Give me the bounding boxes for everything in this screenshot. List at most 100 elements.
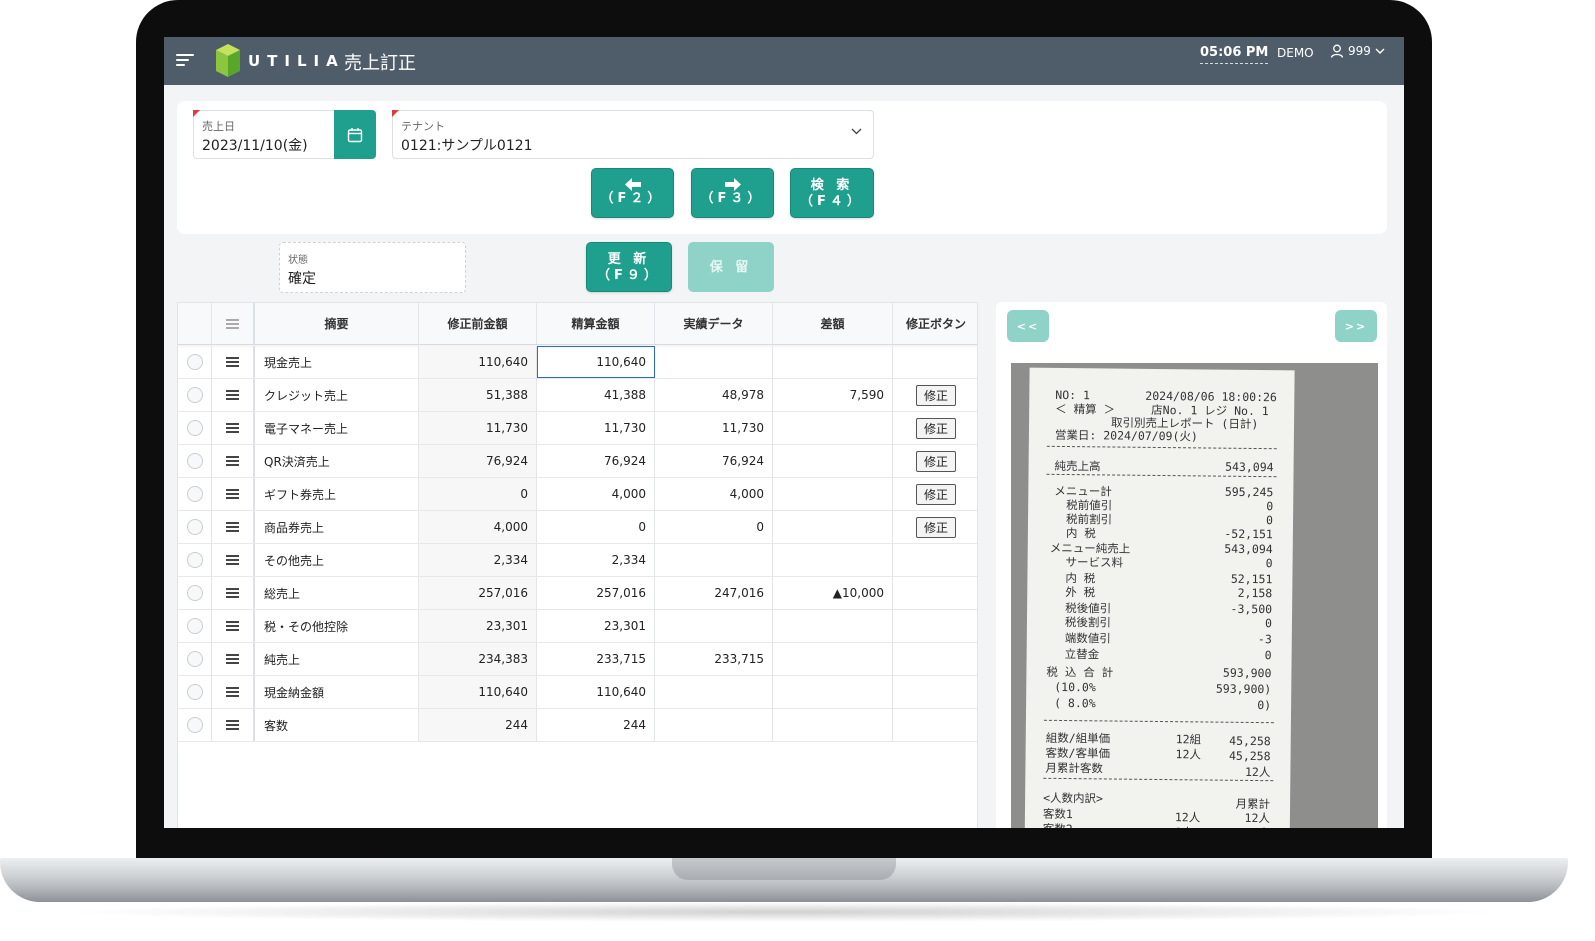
- row-menu-cell[interactable]: [212, 643, 255, 675]
- sales-date-field[interactable]: 売上日 2023/11/10(金): [193, 110, 336, 159]
- tenant-select[interactable]: テナント 0121:サンプル0121: [392, 110, 874, 159]
- row-menu-icon[interactable]: [226, 553, 239, 567]
- table-row[interactable]: QR決済売上 76,924 76,924 76,924 修正: [178, 445, 977, 478]
- table-row[interactable]: 税・その他控除 23,301 23,301: [178, 610, 977, 643]
- cell-settlement-amount[interactable]: 233,715: [537, 643, 655, 675]
- cell-settlement-amount[interactable]: 110,640: [537, 676, 655, 708]
- row-menu-icon[interactable]: [226, 355, 239, 369]
- row-menu-icon[interactable]: [226, 454, 239, 468]
- column-header-difference[interactable]: 差額: [773, 303, 893, 344]
- row-radio[interactable]: [186, 585, 203, 601]
- row-menu-cell[interactable]: [212, 676, 255, 708]
- cell-settlement-amount[interactable]: 23,301: [537, 610, 655, 642]
- row-menu-cell[interactable]: [212, 544, 255, 576]
- row-menu-icon[interactable]: [226, 652, 239, 666]
- row-radio[interactable]: [186, 453, 203, 469]
- row-select-cell[interactable]: [178, 676, 212, 708]
- row-radio[interactable]: [186, 519, 203, 535]
- cell-settlement-amount[interactable]: 2,334: [537, 544, 655, 576]
- row-select-cell[interactable]: [178, 544, 212, 576]
- previous-image-button[interactable]: <<: [1007, 310, 1049, 342]
- row-radio[interactable]: [186, 552, 203, 568]
- cell-settlement-amount[interactable]: 76,924: [537, 445, 655, 477]
- table-row[interactable]: 電子マネー売上 11,730 11,730 11,730 修正: [178, 412, 977, 445]
- row-radio[interactable]: [186, 684, 203, 700]
- fix-button[interactable]: 修正: [916, 516, 956, 538]
- row-menu-icon[interactable]: [226, 520, 239, 534]
- row-select-cell[interactable]: [178, 577, 212, 609]
- update-button[interactable]: 更 新 （F９）: [586, 242, 672, 292]
- column-header-settlement-amount[interactable]: 精算金額: [537, 303, 655, 344]
- row-menu-icon[interactable]: [226, 388, 239, 402]
- column-header-fix-button[interactable]: 修正ボタン: [893, 303, 977, 344]
- row-menu-icon[interactable]: [226, 487, 239, 501]
- chevron-down-icon[interactable]: [851, 127, 862, 135]
- row-select-cell[interactable]: [178, 643, 212, 675]
- table-row[interactable]: 総売上 257,016 257,016 247,016 ▲10,000: [178, 577, 977, 610]
- row-radio[interactable]: [186, 486, 203, 502]
- receipt-item-label: 端数値引: [1064, 631, 1111, 646]
- row-menu-cell[interactable]: [212, 445, 255, 477]
- table-row[interactable]: 純売上 234,383 233,715 233,715: [178, 643, 977, 676]
- cell-settlement-amount[interactable]: 244: [537, 709, 655, 741]
- row-menu-cell[interactable]: [212, 478, 255, 510]
- fix-button[interactable]: 修正: [916, 417, 956, 439]
- row-select-cell[interactable]: [178, 610, 212, 642]
- column-header-description[interactable]: 摘要: [255, 303, 419, 344]
- row-menu-icon[interactable]: [226, 685, 239, 699]
- cell-fix: 修正: [893, 445, 977, 477]
- row-menu-cell[interactable]: [212, 379, 255, 411]
- row-select-cell[interactable]: [178, 478, 212, 510]
- prev-day-button[interactable]: （F２）: [591, 168, 674, 218]
- table-row[interactable]: 現金納金額 110,640 110,640: [178, 676, 977, 709]
- fix-button[interactable]: 修正: [916, 384, 956, 406]
- cell-settlement-amount[interactable]: 257,016: [537, 577, 655, 609]
- user-menu[interactable]: 999: [1330, 44, 1385, 58]
- row-select-cell[interactable]: [178, 511, 212, 543]
- table-row[interactable]: ギフト券売上 0 4,000 4,000 修正: [178, 478, 977, 511]
- table-row[interactable]: 商品券売上 4,000 0 0 修正: [178, 511, 977, 544]
- table-row[interactable]: 現金売上 110,640 110,640: [178, 346, 977, 379]
- row-select-cell[interactable]: [178, 346, 212, 378]
- column-header-actual-data[interactable]: 実績データ: [655, 303, 773, 344]
- prev-day-shortcut: （F２）: [600, 191, 665, 206]
- cell-settlement-amount[interactable]: 0: [537, 511, 655, 543]
- table-row[interactable]: その他売上 2,334 2,334: [178, 544, 977, 577]
- column-header-before-amount[interactable]: 修正前金額: [419, 303, 537, 344]
- row-menu-cell[interactable]: [212, 511, 255, 543]
- row-menu-cell[interactable]: [212, 346, 255, 378]
- table-row[interactable]: クレジット売上 51,388 41,388 48,978 7,590 修正: [178, 379, 977, 412]
- hold-button-label: 保 留: [709, 260, 753, 275]
- row-radio[interactable]: [186, 354, 203, 370]
- row-menu-icon[interactable]: [226, 586, 239, 600]
- row-select-cell[interactable]: [178, 379, 212, 411]
- row-menu-cell[interactable]: [212, 709, 255, 741]
- row-radio[interactable]: [186, 618, 203, 634]
- row-menu-icon[interactable]: [226, 718, 239, 732]
- next-day-button[interactable]: （F３）: [691, 168, 774, 218]
- row-menu-cell[interactable]: [212, 577, 255, 609]
- table-row[interactable]: 客数 244 244: [178, 709, 977, 742]
- row-radio[interactable]: [186, 717, 203, 733]
- row-select-cell[interactable]: [178, 709, 212, 741]
- search-button[interactable]: 検 索 （F４）: [790, 168, 874, 218]
- cell-settlement-amount[interactable]: 110,640: [537, 346, 655, 378]
- cell-settlement-amount[interactable]: 4,000: [537, 478, 655, 510]
- row-menu-icon[interactable]: [226, 421, 239, 435]
- row-menu-cell[interactable]: [212, 610, 255, 642]
- row-select-cell[interactable]: [178, 412, 212, 444]
- calendar-button[interactable]: [334, 110, 376, 159]
- row-radio[interactable]: [186, 420, 203, 436]
- fix-button[interactable]: 修正: [916, 483, 956, 505]
- row-menu-icon[interactable]: [226, 619, 239, 633]
- hamburger-icon[interactable]: [176, 54, 194, 68]
- fix-button[interactable]: 修正: [916, 450, 956, 472]
- row-select-cell[interactable]: [178, 445, 212, 477]
- row-radio[interactable]: [186, 387, 203, 403]
- cell-settlement-amount[interactable]: 41,388: [537, 379, 655, 411]
- row-radio[interactable]: [186, 651, 203, 667]
- row-menu-cell[interactable]: [212, 412, 255, 444]
- cell-settlement-amount[interactable]: 11,730: [537, 412, 655, 444]
- hold-button[interactable]: 保 留: [688, 242, 774, 292]
- next-image-button[interactable]: >>: [1335, 310, 1377, 342]
